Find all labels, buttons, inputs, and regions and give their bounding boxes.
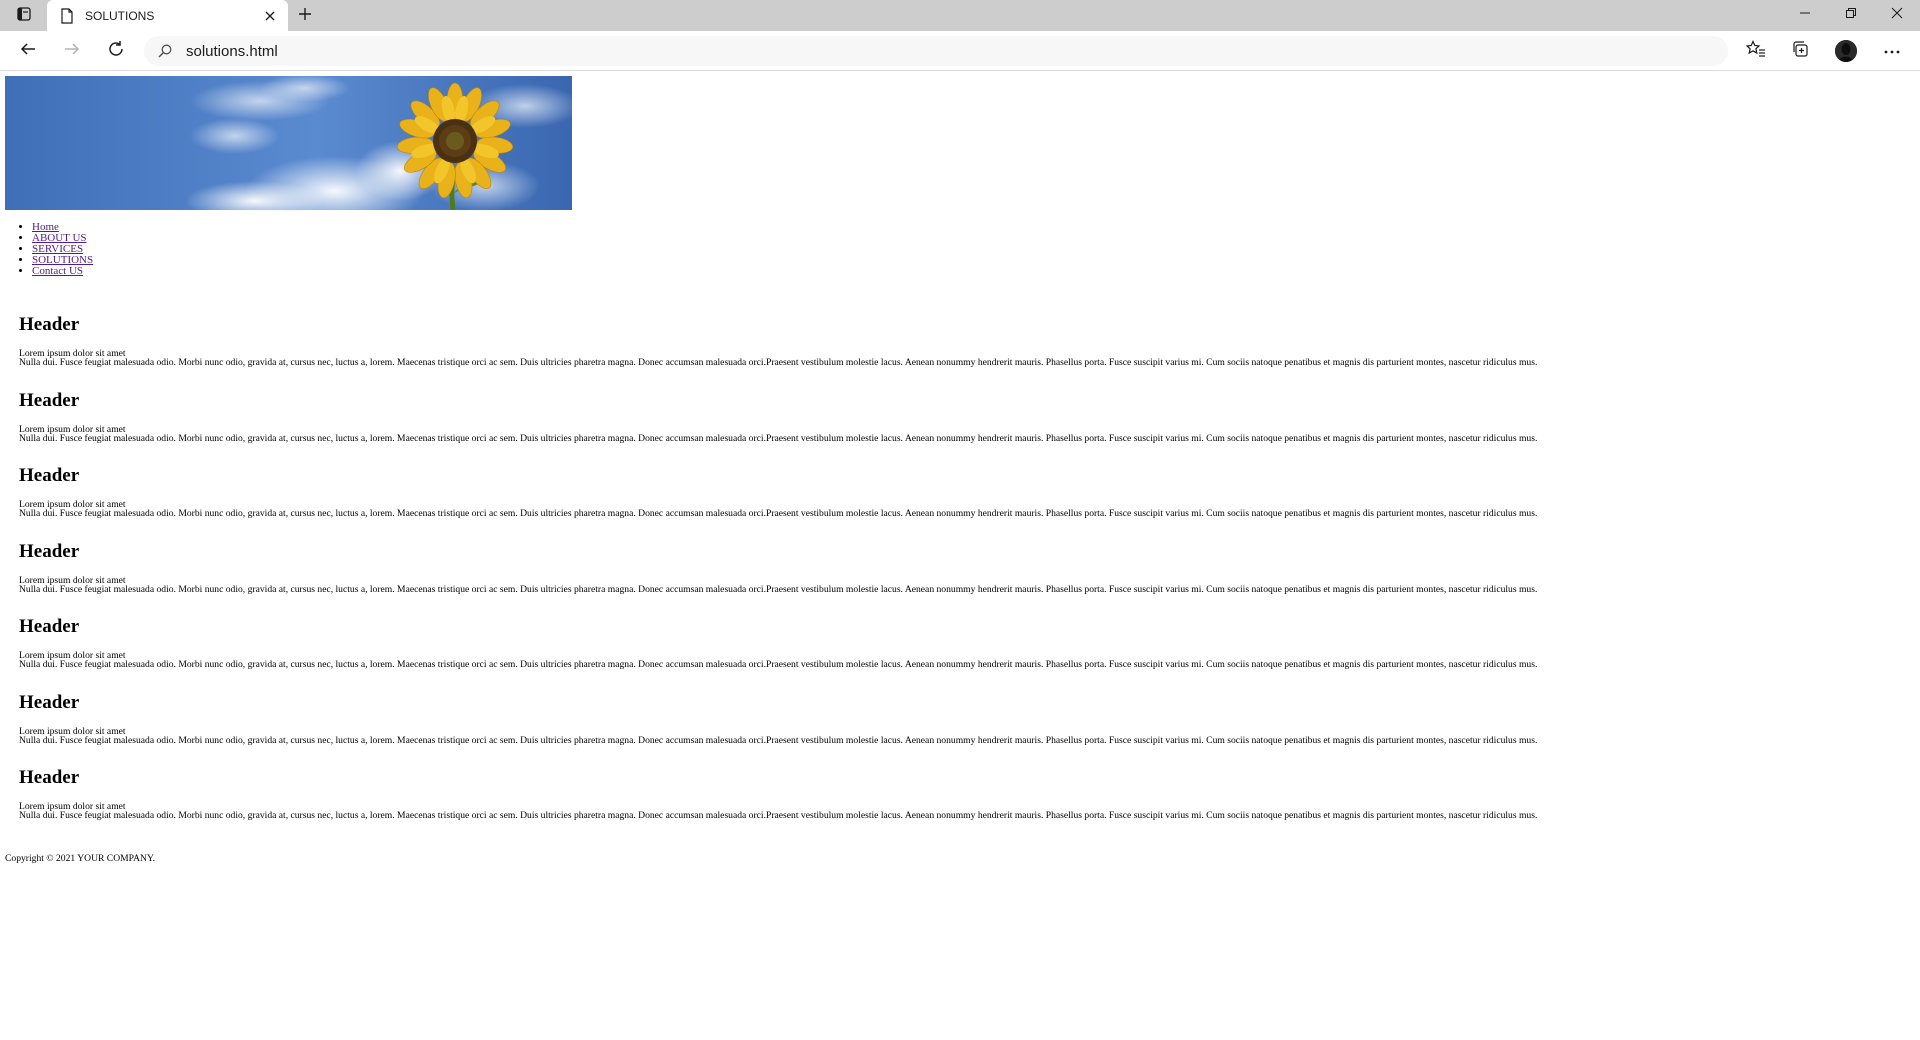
more-icon: [1883, 42, 1901, 60]
favorites-button[interactable]: [1740, 36, 1772, 66]
content-section: Header Lorem ipsum dolor sit amet Nulla …: [19, 390, 1719, 466]
section-body: Nulla dui. Fusce feugiat malesuada odio.…: [19, 659, 1538, 670]
more-button[interactable]: [1876, 36, 1908, 66]
section-body: Nulla dui. Fusce feugiat malesuada odio.…: [19, 734, 1538, 746]
menu-link-contact-us[interactable]: Contact US: [32, 265, 83, 277]
content-section: Header Lorem ipsum dolor sit amet Nulla …: [19, 465, 1719, 541]
tab-title: SOLUTIONS: [85, 8, 155, 23]
close-icon[interactable]: [258, 4, 282, 28]
tab-actions-button[interactable]: [10, 6, 38, 26]
content-section: Header Lorem ipsum dolor sit amet Nulla …: [19, 616, 1719, 692]
content-section: Header Lorem ipsum dolor sit amet Nulla …: [19, 767, 1719, 843]
profile-avatar: [1835, 40, 1857, 62]
restore-icon: [1845, 6, 1857, 24]
content-section: Header Lorem ipsum dolor sit amet Nulla …: [19, 692, 1719, 768]
favorites-icon: [1745, 39, 1766, 63]
section-header: Header: [19, 767, 80, 788]
section-header: Header: [19, 465, 80, 486]
url-text: solutions.html: [186, 42, 278, 60]
new-tab-button[interactable]: [292, 4, 318, 28]
navigation-bar: solutions.html: [0, 31, 1920, 71]
forward-arrow-icon: [63, 40, 81, 63]
restore-button[interactable]: [1828, 0, 1874, 29]
section-header: Header: [19, 691, 80, 713]
minimize-icon: [1799, 6, 1811, 24]
address-bar[interactable]: solutions.html: [144, 36, 1728, 66]
close-icon: [1891, 6, 1903, 24]
back-button[interactable]: [12, 36, 44, 66]
section-header: Header: [19, 314, 80, 335]
section-body: Nulla dui. Fusce feugiat malesuada odio.…: [19, 432, 1538, 444]
section-header: Header: [19, 389, 80, 411]
tab-actions-icon: [16, 6, 32, 27]
tab-bar: SOLUTIONS: [0, 0, 1920, 31]
section-body: Nulla dui. Fusce feugiat malesuada odio.…: [19, 583, 1538, 595]
section-body: Nulla dui. Fusce feugiat malesuada odio.…: [19, 810, 1538, 821]
profile-button[interactable]: [1830, 36, 1862, 66]
refresh-button[interactable]: [100, 36, 132, 66]
banner-image: [5, 76, 572, 210]
section-header: Header: [19, 616, 80, 637]
footer-copyright: Copyright © 2021 YOUR COMPANY.: [5, 853, 156, 864]
page-icon: [59, 7, 75, 24]
collections-button[interactable]: [1784, 36, 1816, 66]
content-section: Header Lorem ipsum dolor sit amet Nulla …: [19, 541, 1719, 617]
main-menu: Home ABOUT US SERVICES SOLUTIONS Contact…: [10, 222, 93, 277]
section-body: Nulla dui. Fusce feugiat malesuada odio.…: [19, 357, 1538, 368]
section-body: Nulla dui. Fusce feugiat malesuada odio.…: [19, 508, 1538, 519]
back-arrow-icon: [19, 40, 37, 63]
forward-button[interactable]: [56, 36, 88, 66]
section-header: Header: [19, 540, 80, 562]
web-page: Home ABOUT US SERVICES SOLUTIONS Contact…: [0, 72, 1920, 1040]
content-area: Header Lorem ipsum dolor sit amet Nulla …: [19, 314, 1719, 843]
plus-icon: [297, 6, 313, 27]
browser-tab[interactable]: SOLUTIONS: [47, 0, 288, 31]
minimize-button[interactable]: [1782, 0, 1828, 29]
window-close-button[interactable]: [1874, 0, 1920, 29]
refresh-icon: [107, 40, 125, 63]
collections-icon: [1791, 40, 1809, 63]
content-section: Header Lorem ipsum dolor sit amet Nulla …: [19, 314, 1719, 390]
menu-item-contact-us: Contact US: [32, 266, 93, 277]
search-icon: [156, 42, 174, 60]
